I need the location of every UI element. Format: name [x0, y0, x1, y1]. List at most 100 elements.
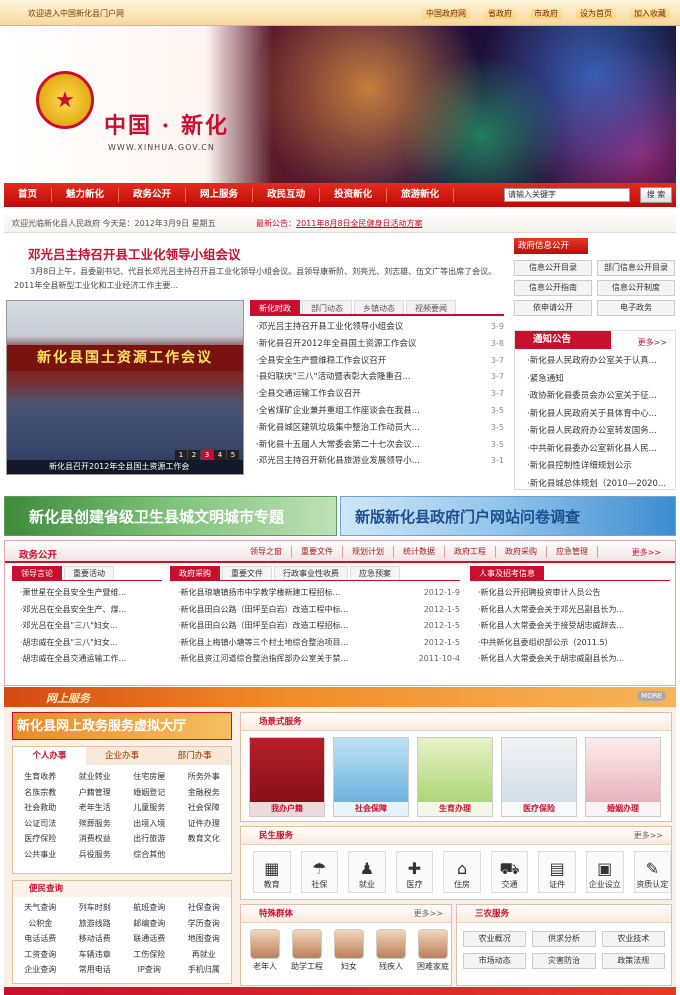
tab-video-news[interactable]: 视频要闻	[406, 300, 456, 314]
list-item[interactable]: ·新化县十五届人大常委会第二十七次会议... 3-5	[250, 437, 504, 454]
tab-gov-procurement[interactable]: 政府采购	[170, 566, 220, 580]
dept-catalog-button[interactable]: 部门信息公开目录	[597, 260, 675, 276]
list-item[interactable]: ·县妇联庆"三八"活动暨表彰大会隆重召... 3-7	[250, 369, 504, 386]
query-item[interactable]: IP查询	[122, 962, 177, 978]
slide-dot[interactable]: 3	[201, 450, 213, 460]
list-item[interactable]: ·萧世星在全县安全生产暨维...	[12, 585, 162, 602]
link-city-gov[interactable]: 市政府	[530, 8, 562, 19]
list-item[interactable]: ·邓光吕主持召开新化县旅游业发展领导小... 3-1	[250, 453, 504, 470]
list-item[interactable]: ·邓光吕在全县"三八"妇女...	[12, 618, 162, 635]
special-group-item[interactable]: 老年人	[247, 929, 283, 972]
tab-personnel[interactable]: 人事及招考信息	[470, 566, 544, 580]
headline-title[interactable]: 邓光吕主持召开县工业化领导小组会议	[28, 244, 241, 263]
query-item[interactable]: 邮编查询	[122, 916, 177, 932]
info-guide-button[interactable]: 信息公开指南	[514, 280, 592, 296]
livelihood-item[interactable]: ⌂ 住房	[443, 851, 481, 893]
service-item[interactable]: 出行旅游	[122, 831, 177, 847]
service-item[interactable]: 社会保障	[177, 800, 232, 816]
nav-charm[interactable]: 魅力新化	[52, 188, 120, 202]
query-item[interactable]: 公积金	[13, 916, 68, 932]
item-title[interactable]: ·新化县田白公路（田坪至白岩）改造工程招标...	[178, 618, 348, 635]
e-gov-button[interactable]: 电子政务	[597, 300, 675, 316]
link-add-favorite[interactable]: 加入收藏	[630, 8, 670, 19]
list-item[interactable]: ·新化县人大常委会关于邓光吕副县长为...	[470, 602, 670, 619]
special-groups-more[interactable]: 更多>>	[414, 905, 443, 923]
nav-gov-affairs[interactable]: 政务公开	[119, 188, 187, 202]
service-item[interactable]: 就业转业	[68, 769, 123, 785]
slide-dot[interactable]: 2	[188, 450, 200, 460]
gov-affairs-more-link[interactable]: 更多>>	[632, 547, 661, 558]
special-group-item[interactable]: 助学工程	[289, 929, 325, 972]
tab-town-news[interactable]: 乡镇动态	[354, 300, 404, 314]
list-item[interactable]: ·新化县控制性详细规划公示	[515, 458, 675, 476]
special-group-item[interactable]: 妇女	[331, 929, 367, 972]
service-item[interactable]: 名族宗教	[13, 785, 68, 801]
service-item[interactable]: 证件办理	[177, 816, 232, 832]
livelihood-item[interactable]: ▤ 证件	[538, 851, 576, 893]
service-item[interactable]: 兵役服务	[68, 847, 123, 863]
scene-hukou[interactable]: 我办户籍	[249, 737, 325, 817]
list-item[interactable]: ·新化县上梅镇小塘等三个村土地综合整治项目... 2012-1-5	[170, 635, 460, 652]
list-item[interactable]: ·紧急通知	[515, 371, 675, 389]
query-item[interactable]: 旅游线路	[68, 916, 123, 932]
link-central-gov[interactable]: 中国政府网	[422, 8, 470, 19]
tab-admin-fees[interactable]: 行政事业性收费	[274, 566, 348, 580]
item-title[interactable]: ·新化县资江河道综合整治指挥部办公室关于禁...	[178, 651, 348, 668]
nav-online-service[interactable]: 网上服务	[186, 188, 254, 202]
tab-current-affairs[interactable]: 新化时政	[250, 300, 300, 314]
livelihood-more-link[interactable]: 更多>>	[634, 827, 663, 845]
query-item[interactable]: 移动话费	[68, 931, 123, 947]
query-item[interactable]: 社保查询	[177, 900, 232, 916]
search-button[interactable]: 搜 索	[640, 187, 672, 203]
link-province-gov[interactable]: 省政府	[484, 8, 516, 19]
news-title[interactable]: ·邓光吕主持召开县工业化领导小组会议	[256, 319, 403, 336]
news-title[interactable]: ·新化县召开2012年全县国土资源工作会议	[256, 336, 416, 353]
list-item[interactable]: ·邓光吕在全县安全生产、煤...	[12, 602, 162, 619]
list-item[interactable]: ·新化县资江河道综合整治指挥部办公室关于禁... 2011-10-4	[170, 651, 460, 668]
info-rules-button[interactable]: 信息公开制度	[597, 280, 675, 296]
service-item[interactable]: 公证司法	[13, 816, 68, 832]
news-title[interactable]: ·县妇联庆"三八"活动暨表彰大会隆重召...	[256, 369, 411, 386]
service-hall-banner[interactable]: 新化县网上政务服务虚拟大厅	[12, 712, 232, 740]
query-item[interactable]: 列车时刻	[68, 900, 123, 916]
list-item[interactable]: ·胡忠威在全县交通运输工作...	[12, 651, 162, 668]
list-item[interactable]: ·新化县人大常委会关于胡忠威副县长为...	[470, 651, 670, 668]
item-title[interactable]: ·新化县琅塘镇扬市中学教学楼新建工程招标...	[178, 585, 340, 602]
list-item[interactable]: ·新化县田白公路（田坪至白岩）改造工程中标... 2012-1-5	[170, 602, 460, 619]
service-item[interactable]: 殡葬服务	[68, 816, 123, 832]
tab-important-docs[interactable]: 重要文件	[222, 566, 272, 580]
link-set-homepage[interactable]: 设为首页	[576, 8, 616, 19]
tab-procurement[interactable]: 政府采购	[496, 546, 547, 558]
news-title[interactable]: ·全省煤矿企业兼并重组工作座谈会在我县...	[256, 403, 420, 420]
query-item[interactable]: 手机归属	[177, 962, 232, 978]
special-group-item[interactable]: 困难家庭	[415, 929, 451, 972]
service-item[interactable]: 婚姻登记	[122, 785, 177, 801]
nav-tourism[interactable]: 旅游新化	[387, 188, 455, 202]
query-item[interactable]: 学历查询	[177, 916, 232, 932]
news-title[interactable]: ·邓光吕主持召开新化县旅游业发展领导小...	[256, 453, 420, 470]
list-item[interactable]: ·新化县召开2012年全县国土资源工作会议 3-8	[250, 336, 504, 353]
special-group-item[interactable]: 残疾人	[373, 929, 409, 972]
query-item[interactable]: 常用电话	[68, 962, 123, 978]
agriculture-item[interactable]: 政策法规	[601, 953, 665, 969]
search-input[interactable]: 请输入关键字	[504, 188, 630, 202]
survey-banner[interactable]: 新版新化县政府门户网站问卷调查	[340, 496, 676, 536]
tab-leaders[interactable]: 领导之窗	[241, 546, 292, 558]
livelihood-item[interactable]: ⛟ 交通	[490, 851, 529, 893]
list-item[interactable]: ·全省煤矿企业兼并重组工作座谈会在我县... 3-5	[250, 403, 504, 420]
online-service-more[interactable]: MORE	[637, 691, 666, 701]
list-item[interactable]: ·中共新化县委组织部公示（2011.5）	[470, 635, 670, 652]
news-slideshow[interactable]: 新化县国土资源工作会议 1 2 3 4 5 新化县召开2012年全县国土资源工作…	[6, 300, 244, 475]
list-item[interactable]: ·新化县人大常委会关于接受胡忠威辞去...	[470, 618, 670, 635]
tab-department-news[interactable]: 部门动态	[302, 300, 352, 314]
tab-leader-speech[interactable]: 领导言论	[12, 566, 62, 580]
news-title[interactable]: ·全县安全生产暨维稳工作会议召开	[256, 353, 386, 370]
query-item[interactable]: 工资查询	[13, 947, 68, 963]
service-item[interactable]: 老年生活	[68, 800, 123, 816]
apply-disclosure-button[interactable]: 依申请公开	[514, 300, 592, 316]
livelihood-item[interactable]: ♟ 就业	[348, 851, 386, 893]
notice-more-link[interactable]: 更多>>	[638, 334, 667, 352]
query-item[interactable]: 航班查询	[122, 900, 177, 916]
service-item[interactable]: 综合其他	[122, 847, 177, 863]
list-item[interactable]: ·胡忠威在全县"三八"妇女...	[12, 635, 162, 652]
